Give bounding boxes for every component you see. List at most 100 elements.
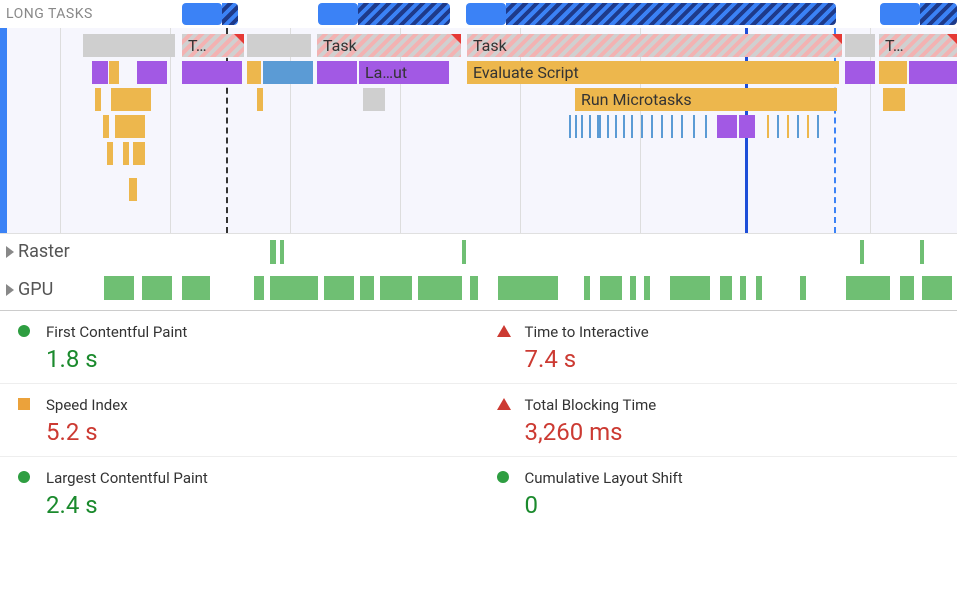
gpu-bar[interactable] [470, 276, 478, 300]
gpu-bar[interactable] [182, 276, 210, 300]
flame-segment[interactable]: Run Microtasks [575, 88, 837, 111]
metric-label: Time to Interactive [525, 323, 649, 341]
status-average-icon [18, 398, 30, 410]
gpu-bar[interactable] [756, 276, 762, 300]
flame-segment[interactable]: Evaluate Script [467, 61, 839, 84]
flame-segment[interactable] [257, 88, 263, 111]
gpu-bar[interactable] [254, 276, 264, 300]
task-segment[interactable]: T… [182, 34, 244, 57]
raster-bar[interactable] [462, 240, 466, 264]
flame-segment[interactable] [133, 142, 145, 165]
raster-bar[interactable] [280, 240, 284, 264]
metric-value: 7.4 s [525, 345, 649, 373]
flame-segment[interactable] [107, 142, 113, 165]
flame-segment[interactable] [909, 61, 957, 84]
flame-segment[interactable] [137, 61, 167, 84]
main-thread-flame-chart[interactable]: T… Task Task T… La…ut Evaluate Script [0, 28, 957, 234]
task-segment[interactable] [247, 34, 311, 57]
flame-segment[interactable] [363, 88, 385, 111]
gpu-bar[interactable] [360, 276, 374, 300]
raster-bar[interactable] [920, 240, 924, 264]
gpu-track[interactable]: GPU [0, 270, 957, 310]
flame-segment[interactable] [95, 88, 101, 111]
gpu-bar[interactable] [670, 276, 710, 300]
long-tasks-track[interactable]: LONG TASKS [0, 0, 957, 28]
metric-tbt[interactable]: Total Blocking Time 3,260 ms [479, 383, 957, 456]
metric-cls[interactable]: Cumulative Layout Shift 0 [479, 456, 957, 529]
flame-segment[interactable]: La…ut [359, 61, 449, 84]
metric-si[interactable]: Speed Index 5.2 s [0, 383, 479, 456]
raster-label: Raster [18, 241, 70, 262]
metric-value: 2.4 s [46, 491, 208, 519]
flame-segment[interactable] [111, 88, 151, 111]
long-task-bar[interactable] [466, 3, 506, 25]
status-good-icon [497, 471, 509, 483]
task-segment[interactable] [845, 34, 875, 57]
long-task-bar[interactable] [318, 3, 358, 25]
flame-segment[interactable] [879, 61, 907, 84]
gpu-bar[interactable] [846, 276, 890, 300]
gpu-bar[interactable] [922, 276, 952, 300]
task-label: Task [323, 36, 357, 55]
gpu-bar[interactable] [740, 276, 746, 300]
metric-value: 1.8 s [46, 345, 187, 373]
long-task-bar-over[interactable] [920, 3, 957, 25]
task-label: T… [188, 36, 207, 55]
gpu-bar[interactable] [630, 276, 636, 300]
flame-segment[interactable] [317, 61, 357, 84]
task-segment[interactable]: T… [879, 34, 957, 57]
long-task-bar[interactable] [182, 3, 222, 25]
evaluate-label: Evaluate Script [473, 63, 579, 82]
flame-segment[interactable] [247, 61, 261, 84]
flame-segment[interactable] [123, 142, 129, 165]
gpu-bar[interactable] [900, 276, 914, 300]
metric-label: Total Blocking Time [525, 396, 657, 414]
gpu-bar[interactable] [644, 276, 650, 300]
metric-tti[interactable]: Time to Interactive 7.4 s [479, 311, 957, 383]
flame-segment[interactable] [103, 115, 109, 138]
flame-segment[interactable] [845, 61, 875, 84]
metric-value: 3,260 ms [525, 418, 657, 446]
long-task-bar[interactable] [880, 3, 920, 25]
microtasks-label: Run Microtasks [581, 90, 692, 109]
raster-track[interactable]: Raster [0, 234, 957, 270]
metric-label: Largest Contentful Paint [46, 469, 208, 487]
stripe-group[interactable] [567, 115, 837, 138]
long-task-bar-over[interactable] [222, 3, 238, 25]
expand-caret-icon[interactable] [6, 284, 14, 296]
gpu-bar[interactable] [720, 276, 732, 300]
gpu-bar[interactable] [324, 276, 354, 300]
flame-segment[interactable] [883, 88, 905, 111]
flame-segment[interactable] [129, 178, 137, 201]
flame-segment[interactable] [109, 61, 119, 84]
gpu-bar[interactable] [380, 276, 412, 300]
flame-segment[interactable] [92, 61, 108, 84]
flame-segment[interactable] [263, 61, 313, 84]
gpu-bar[interactable] [584, 276, 590, 300]
metric-label: First Contentful Paint [46, 323, 187, 341]
metric-fcp[interactable]: First Contentful Paint 1.8 s [0, 311, 479, 383]
gpu-bar[interactable] [104, 276, 134, 300]
flame-segment[interactable] [182, 61, 242, 84]
gpu-label: GPU [18, 279, 53, 300]
task-segment[interactable]: Task [467, 34, 842, 57]
status-poor-icon [497, 325, 511, 337]
metric-lcp[interactable]: Largest Contentful Paint 2.4 s [0, 456, 479, 529]
gpu-bar[interactable] [270, 276, 318, 300]
status-good-icon [18, 471, 30, 483]
gpu-bar[interactable] [600, 276, 622, 300]
task-segment[interactable] [83, 34, 175, 57]
task-segment[interactable]: Task [317, 34, 461, 57]
gpu-bar[interactable] [800, 276, 806, 300]
metric-label: Cumulative Layout Shift [525, 469, 683, 487]
raster-bar[interactable] [860, 240, 864, 264]
expand-caret-icon[interactable] [6, 246, 14, 258]
gpu-bar[interactable] [498, 276, 558, 300]
raster-bar[interactable] [270, 240, 276, 264]
long-task-bar-over[interactable] [506, 3, 836, 25]
metric-label: Speed Index [46, 396, 128, 414]
flame-segment[interactable] [115, 115, 145, 138]
gpu-bar[interactable] [142, 276, 172, 300]
long-task-bar-over[interactable] [358, 3, 450, 25]
gpu-bar[interactable] [418, 276, 462, 300]
